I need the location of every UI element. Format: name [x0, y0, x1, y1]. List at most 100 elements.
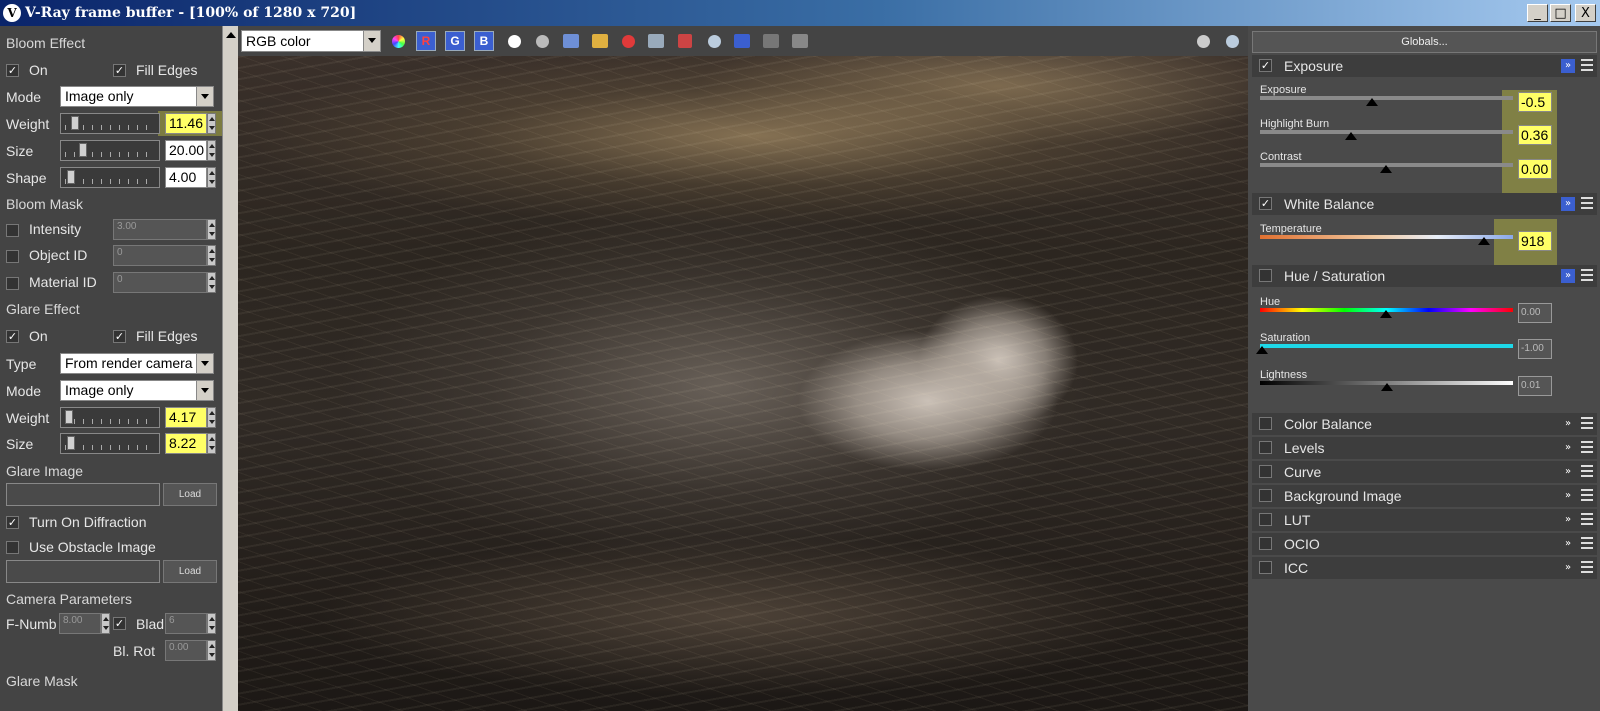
glare-type-select[interactable]: From render camera — [60, 353, 214, 374]
teapot-icon[interactable] — [704, 31, 724, 51]
bloom-intensity-checkbox[interactable] — [6, 224, 19, 237]
bloom-mode-select[interactable]: Image only — [60, 86, 214, 107]
bloom-intensity-spinner[interactable] — [207, 219, 216, 240]
exposure-checkbox[interactable]: ✓ — [1259, 59, 1272, 72]
temperature-slider[interactable] — [1260, 235, 1513, 239]
menu-icon[interactable] — [1581, 513, 1593, 525]
expand-icon[interactable]: » — [1561, 417, 1575, 431]
slider-thumb[interactable] — [65, 410, 73, 424]
menu-icon[interactable] — [1581, 465, 1593, 477]
open-folder-icon[interactable] — [590, 31, 610, 51]
region-render-icon[interactable] — [675, 31, 695, 51]
red-channel-button[interactable]: R — [416, 31, 436, 51]
channel-select[interactable]: RGB color — [241, 30, 381, 52]
bloom-material-id-spinner[interactable] — [207, 272, 216, 293]
panel-splitter[interactable] — [222, 26, 238, 711]
levels-layer-header[interactable]: Levels » — [1252, 437, 1597, 459]
collapse-arrow-icon[interactable] — [226, 32, 236, 38]
bloom-object-id-input[interactable]: 0 — [113, 245, 207, 266]
close-button[interactable]: X — [1575, 4, 1596, 22]
expand-icon[interactable]: » — [1561, 537, 1575, 551]
glare-weight-spinner[interactable] — [207, 407, 216, 428]
menu-icon[interactable] — [1581, 561, 1593, 573]
slider-thumb[interactable] — [79, 143, 87, 157]
blades-checkbox[interactable]: ✓ — [113, 617, 126, 630]
minimize-button[interactable]: _ — [1527, 4, 1548, 22]
blade-rotation-spinner[interactable] — [207, 640, 216, 661]
slider-thumb[interactable] — [1345, 132, 1357, 140]
globals-button[interactable]: Globals... — [1252, 31, 1597, 53]
blades-input[interactable]: 6 — [165, 613, 207, 634]
glare-fill-edges-checkbox[interactable]: ✓ — [113, 330, 126, 343]
saturation-input[interactable]: -1.00 — [1518, 339, 1552, 359]
menu-icon[interactable] — [1581, 269, 1593, 281]
icc-layer-header[interactable]: ICC » — [1252, 557, 1597, 579]
green-channel-button[interactable]: G — [445, 31, 465, 51]
exposure-input[interactable]: -0.5 — [1518, 92, 1552, 112]
white-balance-layer-header[interactable]: ✓ White Balance » — [1252, 193, 1597, 215]
white-dot-icon[interactable] — [504, 31, 524, 51]
expand-icon[interactable]: » — [1561, 513, 1575, 527]
contrast-input[interactable]: 0.00 — [1518, 159, 1552, 179]
slider-thumb[interactable] — [67, 170, 75, 184]
bloom-shape-spinner[interactable] — [207, 167, 216, 188]
white-balance-checkbox[interactable]: ✓ — [1259, 197, 1272, 210]
highlight-burn-slider[interactable] — [1260, 130, 1513, 134]
fnumber-spinner[interactable] — [101, 613, 110, 634]
menu-icon[interactable] — [1581, 417, 1593, 429]
background-image-layer-header[interactable]: Background Image » — [1252, 485, 1597, 507]
blades-spinner[interactable] — [207, 613, 216, 634]
fnumber-input[interactable]: 8.00 — [59, 613, 101, 634]
expand-icon[interactable]: » — [1561, 465, 1575, 479]
hue-saturation-checkbox[interactable] — [1259, 269, 1272, 282]
slider-thumb[interactable] — [1366, 98, 1378, 106]
layer-checkbox[interactable] — [1259, 561, 1272, 574]
expand-icon[interactable]: » — [1561, 197, 1575, 211]
lens-effects-icon[interactable] — [761, 31, 781, 51]
glare-on-checkbox[interactable]: ✓ — [6, 330, 19, 343]
highlight-burn-input[interactable]: 0.36 — [1518, 125, 1552, 145]
track-mouse-icon[interactable] — [1193, 31, 1213, 51]
expand-icon[interactable]: » — [1561, 489, 1575, 503]
color-balance-layer-header[interactable]: Color Balance » — [1252, 413, 1597, 435]
save-icon[interactable] — [561, 31, 581, 51]
layer-checkbox[interactable] — [1259, 441, 1272, 454]
expand-icon[interactable]: » — [1561, 561, 1575, 575]
glare-weight-input[interactable]: 4.17 — [165, 407, 207, 428]
layer-checkbox[interactable] — [1259, 465, 1272, 478]
slider-thumb[interactable] — [1381, 383, 1393, 391]
exposure-layer-header[interactable]: ✓ Exposure » — [1252, 55, 1597, 77]
expand-icon[interactable]: » — [1561, 269, 1575, 283]
bloom-material-id-checkbox[interactable] — [6, 277, 19, 290]
hue-saturation-layer-header[interactable]: Hue / Saturation » — [1252, 265, 1597, 287]
menu-icon[interactable] — [1581, 441, 1593, 453]
expand-icon[interactable]: » — [1561, 59, 1575, 73]
color-wheel-icon[interactable] — [388, 31, 408, 51]
glare-size-spinner[interactable] — [207, 433, 216, 454]
render-viewport[interactable] — [238, 56, 1248, 711]
bloom-weight-spinner[interactable] — [207, 113, 216, 134]
menu-icon[interactable] — [1581, 489, 1593, 501]
duplicate-icon[interactable] — [646, 31, 666, 51]
bloom-shape-slider[interactable] — [60, 167, 160, 188]
glare-weight-slider[interactable] — [60, 407, 160, 428]
slider-thumb[interactable] — [1478, 237, 1490, 245]
blue-channel-button[interactable]: B — [474, 31, 494, 51]
slider-thumb[interactable] — [67, 436, 75, 450]
obstacle-image-checkbox[interactable] — [6, 541, 19, 554]
lut-layer-header[interactable]: LUT » — [1252, 509, 1597, 531]
temperature-input[interactable]: 918 — [1518, 231, 1552, 251]
hue-input[interactable]: 0.00 — [1518, 303, 1552, 323]
bloom-intensity-input[interactable]: 3.00 — [113, 219, 207, 240]
maximize-button[interactable]: □ — [1550, 4, 1571, 22]
slider-thumb[interactable] — [1380, 310, 1392, 318]
bloom-weight-input[interactable]: 11.46 — [165, 113, 207, 134]
layer-checkbox[interactable] — [1259, 417, 1272, 430]
bloom-size-input[interactable]: 20.00 — [165, 140, 207, 161]
glare-size-slider[interactable] — [60, 433, 160, 454]
blade-rotation-input[interactable]: 0.00 — [165, 640, 207, 661]
exposure-slider[interactable] — [1260, 96, 1513, 100]
glare-size-input[interactable]: 8.22 — [165, 433, 207, 454]
ocio-layer-header[interactable]: OCIO » — [1252, 533, 1597, 555]
layer-checkbox[interactable] — [1259, 489, 1272, 502]
